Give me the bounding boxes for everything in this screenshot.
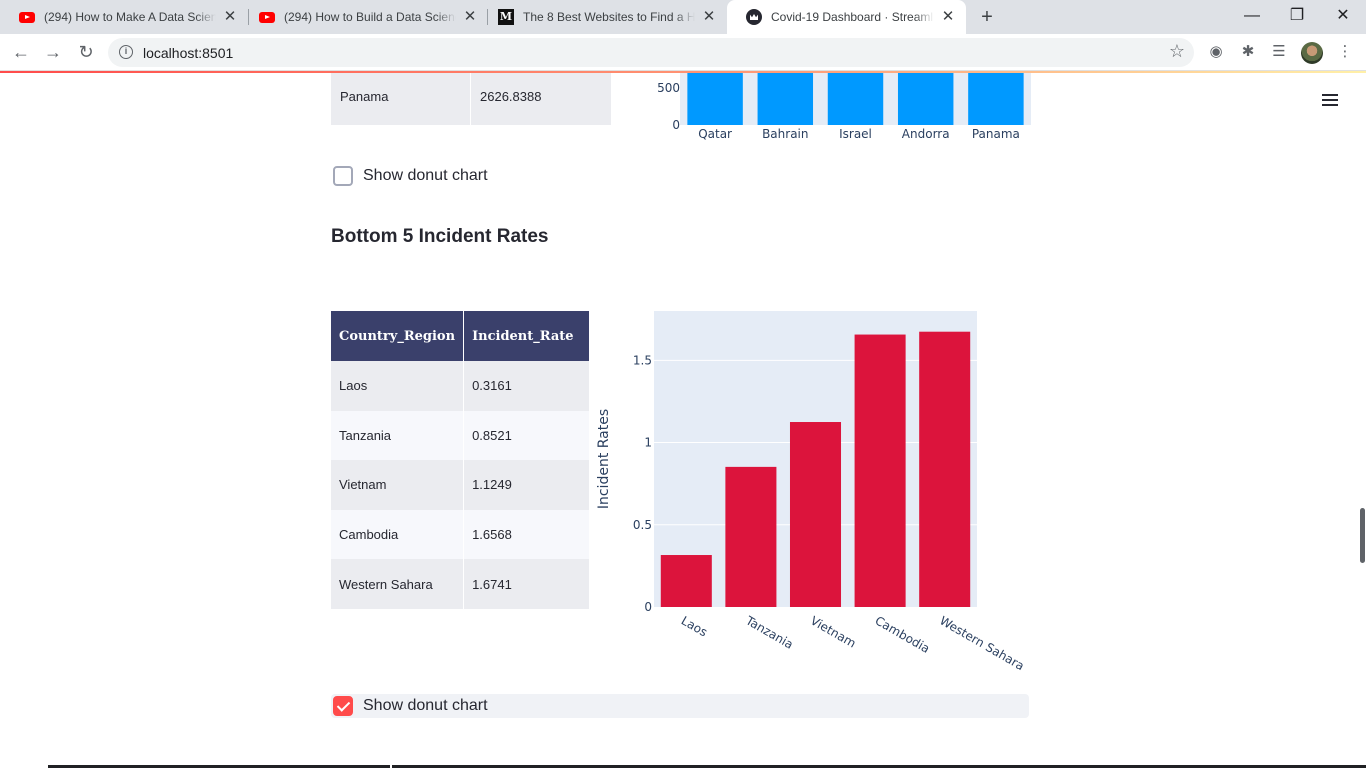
browser-window: (294) How to Make A Data Science ✕ (294)… (0, 0, 1366, 768)
column-header-country[interactable]: Country_Region (331, 311, 464, 361)
bar (725, 466, 777, 607)
tab-medium[interactable]: M The 8 Best Websites to Find a Ha ✕ (479, 0, 727, 34)
tab-streamlit-active[interactable]: Covid-19 Dashboard · Streamlit ✕ (727, 0, 966, 34)
bar (968, 73, 1024, 125)
x-ticks: Laos Tanzania Vietnam Cambodia Western Sahar… (679, 613, 1027, 673)
table-cell-country: Laos (331, 361, 464, 411)
section-title: Bottom 5 Incident Rates (331, 226, 549, 247)
puzzle-icon[interactable]: ✱ (1238, 42, 1258, 62)
tab-title: Covid-19 Dashboard · Streamlit (771, 10, 934, 24)
table-cell-rate: 1.6741 (463, 559, 589, 609)
y-tick-label: 0.5 (633, 518, 652, 532)
tab-youtube-1[interactable]: (294) How to Make A Data Science ✕ (0, 0, 248, 34)
info-icon[interactable]: i (119, 45, 133, 59)
column-header-rate[interactable]: Incident_Rate (463, 311, 589, 361)
youtube-icon (259, 9, 275, 25)
checkbox-box-checked[interactable] (333, 696, 353, 716)
minimize-button[interactable]: — (1240, 4, 1264, 28)
bottom-incident-chart: 0 0.5 1 1.5 Laos Tanzania Vietnam Cambodia West… (596, 311, 1027, 673)
medium-icon: M (498, 9, 514, 25)
x-tick-label: Laos (679, 613, 710, 639)
table-cell-rate: 0.8521 (463, 410, 589, 461)
y-tick-label: 1 (644, 436, 652, 450)
x-tick-label: Qatar (698, 127, 732, 141)
show-donut-checkbox-2[interactable]: Show donut chart (331, 694, 1029, 718)
checkbox-box[interactable] (333, 166, 353, 186)
forward-button[interactable]: → (41, 40, 65, 64)
tab-title: (294) How to Make A Data Science (44, 10, 216, 24)
back-button[interactable]: ← (9, 40, 33, 64)
y-tick-label: 0 (672, 118, 680, 132)
x-tick-label: Bahrain (762, 127, 808, 141)
bar (854, 334, 906, 607)
bar (789, 422, 842, 607)
close-icon[interactable]: ✕ (462, 9, 478, 25)
table-row: Laos 0.3161 (331, 361, 589, 411)
table-cell-country: Cambodia (331, 509, 464, 560)
youtube-icon (19, 9, 35, 25)
y-tick-label: 500 (657, 81, 680, 95)
table-cell-rate: 1.6568 (463, 509, 589, 560)
restore-button[interactable]: ❐ (1285, 4, 1309, 28)
show-donut-checkbox-1[interactable]: Show donut chart (331, 164, 1029, 188)
bar (897, 73, 954, 125)
close-icon[interactable]: ✕ (701, 9, 717, 25)
table-row: Western Sahara 1.6741 (331, 559, 589, 609)
x-tick-label: Cambodia (873, 613, 933, 655)
tab-title: The 8 Best Websites to Find a Ha (523, 10, 695, 24)
extension-circle-icon[interactable]: ◉ (1206, 42, 1226, 62)
x-tick-label: Panama (972, 127, 1020, 141)
table-row: Tanzania 0.8521 (331, 410, 589, 461)
top-incident-chart: 500 0 Qatar Bahrain Israel Andorra Panama (657, 73, 1031, 141)
address-bar[interactable]: i localhost:8501 ☆ (108, 38, 1194, 67)
checkbox-label[interactable]: Show donut chart (363, 697, 488, 715)
close-icon[interactable]: ✕ (940, 9, 956, 25)
close-icon[interactable]: ✕ (222, 9, 238, 25)
checkbox-label[interactable]: Show donut chart (363, 167, 488, 185)
table-cell-country: Panama (340, 89, 389, 104)
streamlit-page: Panama 2626.8388 500 0 Qatar Bahrain Israe… (0, 73, 1366, 768)
y-tick-label: 0 (644, 600, 652, 614)
table-header-row: Country_Region Incident_Rate (331, 311, 589, 361)
browser-toolbar: ← → ↻ i localhost:8501 ☆ ◉ ✱ ☰ ⋮ (0, 34, 1366, 71)
bar (660, 555, 712, 607)
table-cell-country: Vietnam (331, 460, 464, 510)
table-cell-rate: 1.1249 (463, 460, 589, 510)
bottom-rates-table: Country_Region Incident_Rate Laos 0.3161… (331, 311, 589, 609)
table-row: Cambodia 1.6568 (331, 509, 589, 560)
new-tab-button[interactable]: + (977, 7, 997, 27)
table-cell-country: Western Sahara (331, 559, 464, 609)
star-icon[interactable]: ☆ (1169, 41, 1185, 62)
table-cell-rate: 0.3161 (463, 361, 589, 411)
avatar[interactable] (1301, 42, 1323, 64)
streamlit-icon (746, 9, 762, 25)
bar (919, 331, 971, 607)
x-tick-label: Israel (839, 127, 872, 141)
hamburger-menu-icon[interactable] (1322, 94, 1338, 106)
kebab-menu-icon[interactable]: ⋮ (1335, 42, 1355, 62)
scrollbar-thumb[interactable] (1360, 508, 1365, 563)
close-window-button[interactable]: ✕ (1331, 4, 1355, 28)
url-text[interactable]: localhost:8501 (143, 45, 233, 61)
table-row: Vietnam 1.1249 (331, 460, 589, 510)
x-tick-label: Andorra (902, 127, 950, 141)
x-tick-label: Vietnam (808, 613, 858, 650)
x-tick-label: Western Sahara (937, 613, 1026, 673)
bar (827, 73, 884, 125)
tab-title: (294) How to Build a Data Science (284, 10, 456, 24)
bar (687, 73, 743, 125)
y-tick-label: 1.5 (633, 353, 652, 367)
table-cell-value: 2626.8388 (480, 89, 542, 104)
table-cell-country: Tanzania (331, 410, 464, 461)
x-tick-label: Tanzania (743, 613, 796, 652)
media-queue-icon[interactable]: ☰ (1269, 42, 1289, 62)
bar (757, 73, 814, 125)
y-ticks: 0 0.5 1 1.5 (633, 353, 652, 614)
tab-strip: (294) How to Make A Data Science ✕ (294)… (0, 0, 1366, 34)
reload-button[interactable]: ↻ (74, 40, 98, 64)
table-row: Panama 2626.8388 (331, 73, 611, 125)
tab-youtube-2[interactable]: (294) How to Build a Data Science ✕ (240, 0, 488, 34)
y-axis-label: Incident Rates (596, 409, 612, 509)
